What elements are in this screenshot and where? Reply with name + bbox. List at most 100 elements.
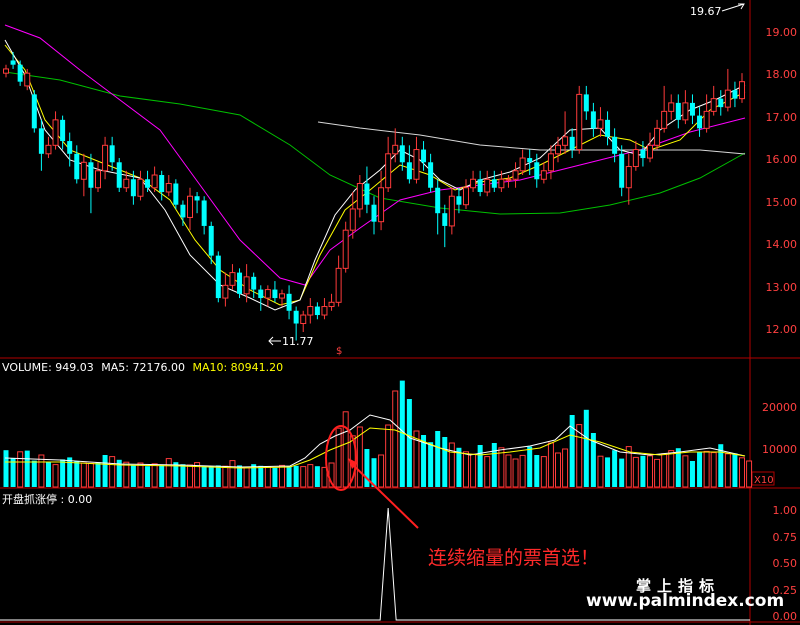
candle (187, 187, 193, 231)
indicator-label: 开盘抓涨停 : 0.00 (2, 493, 93, 506)
volume-axis: 20000 10000 (762, 401, 797, 456)
volume-bar (67, 457, 73, 487)
volume-bar (293, 465, 299, 487)
candle (385, 136, 392, 192)
volume-bar (597, 455, 604, 488)
candle (356, 175, 363, 218)
volume-bar (102, 455, 108, 487)
volume-bar (392, 390, 399, 488)
volume-bar (165, 458, 172, 488)
volume-bar (151, 463, 158, 488)
candle (342, 221, 349, 273)
price-axis: 19.00 18.00 17.00 16.00 15.00 14.00 13.0… (766, 26, 798, 336)
volume-bar (519, 454, 526, 488)
volume-bar (222, 465, 229, 488)
candle (102, 136, 109, 180)
volume-bar (3, 450, 9, 487)
candle (619, 145, 625, 197)
volume-bar (498, 447, 505, 488)
volume-bar (612, 450, 618, 487)
volume-bar (215, 465, 221, 487)
candle (442, 204, 448, 248)
candle (718, 90, 724, 116)
volume-bar (95, 462, 101, 487)
candle (38, 119, 44, 171)
volume-bar (739, 457, 745, 488)
price-tick-12: 12.00 (766, 323, 798, 336)
candle (321, 298, 328, 320)
candle (406, 145, 412, 184)
candle (67, 132, 73, 167)
volume-bar (342, 411, 349, 488)
volume-bar (31, 460, 37, 487)
candle (145, 170, 151, 192)
candle (251, 272, 257, 299)
candle (328, 293, 335, 311)
indicator-tick-075: 0.75 (773, 531, 798, 544)
candle (527, 149, 533, 176)
candle (60, 115, 66, 150)
moving-average-lines (4, 24, 746, 311)
candle (470, 170, 477, 192)
candle (632, 141, 639, 171)
volume-bar (52, 464, 59, 488)
candle (555, 136, 561, 163)
price-tick-14: 14.00 (766, 238, 798, 251)
candle (364, 166, 370, 214)
volume-bar (732, 453, 738, 487)
volume-bar (484, 456, 491, 488)
candle (732, 81, 738, 108)
candle (3, 64, 9, 78)
volume-bar (463, 451, 469, 488)
volume-bar (406, 399, 412, 487)
candle (428, 153, 434, 192)
volume-bar (632, 456, 639, 488)
candle (286, 285, 292, 320)
volume-bar (505, 454, 512, 488)
candle (689, 94, 695, 125)
candle (237, 268, 243, 299)
candle (512, 162, 519, 188)
volume-unit: X10 (754, 475, 774, 486)
candle (371, 196, 377, 235)
candle (448, 187, 455, 235)
candle (137, 170, 144, 201)
volume-bar (562, 448, 569, 488)
volume-bar (60, 459, 66, 487)
candle (307, 298, 314, 324)
volume-bar (661, 453, 668, 488)
ma-long-line (4, 71, 746, 215)
volume-bar (689, 461, 695, 487)
volume-bar (534, 455, 540, 487)
candle (95, 162, 101, 192)
indicator-tick-100: 1.00 (773, 504, 798, 517)
volume-bar (583, 409, 589, 487)
candle (724, 68, 731, 112)
volume-bar (187, 464, 193, 488)
volume-bar (527, 446, 533, 487)
volume-bar (547, 442, 554, 488)
volume-bar (435, 431, 441, 487)
low-annotation: 11.77 (268, 335, 314, 348)
candle (540, 162, 547, 184)
volume-bar (80, 462, 87, 488)
volume-bar (442, 437, 448, 487)
candle (151, 166, 158, 192)
candle (597, 107, 604, 137)
candle (116, 158, 122, 192)
volume-bar (74, 461, 80, 487)
candle (590, 102, 596, 137)
volume-tick-20000: 20000 (762, 401, 797, 414)
candle (625, 153, 632, 205)
ma-fast-line (4, 39, 746, 311)
volume-bar (201, 465, 207, 487)
volume-bar (703, 450, 710, 488)
volume-bar (229, 460, 236, 488)
volume-bar (605, 457, 611, 487)
candle (697, 107, 703, 137)
volume-bar (137, 462, 144, 488)
candle (491, 170, 497, 192)
candle (675, 94, 681, 129)
volume-bar (385, 424, 392, 488)
volume-bar (180, 464, 186, 487)
